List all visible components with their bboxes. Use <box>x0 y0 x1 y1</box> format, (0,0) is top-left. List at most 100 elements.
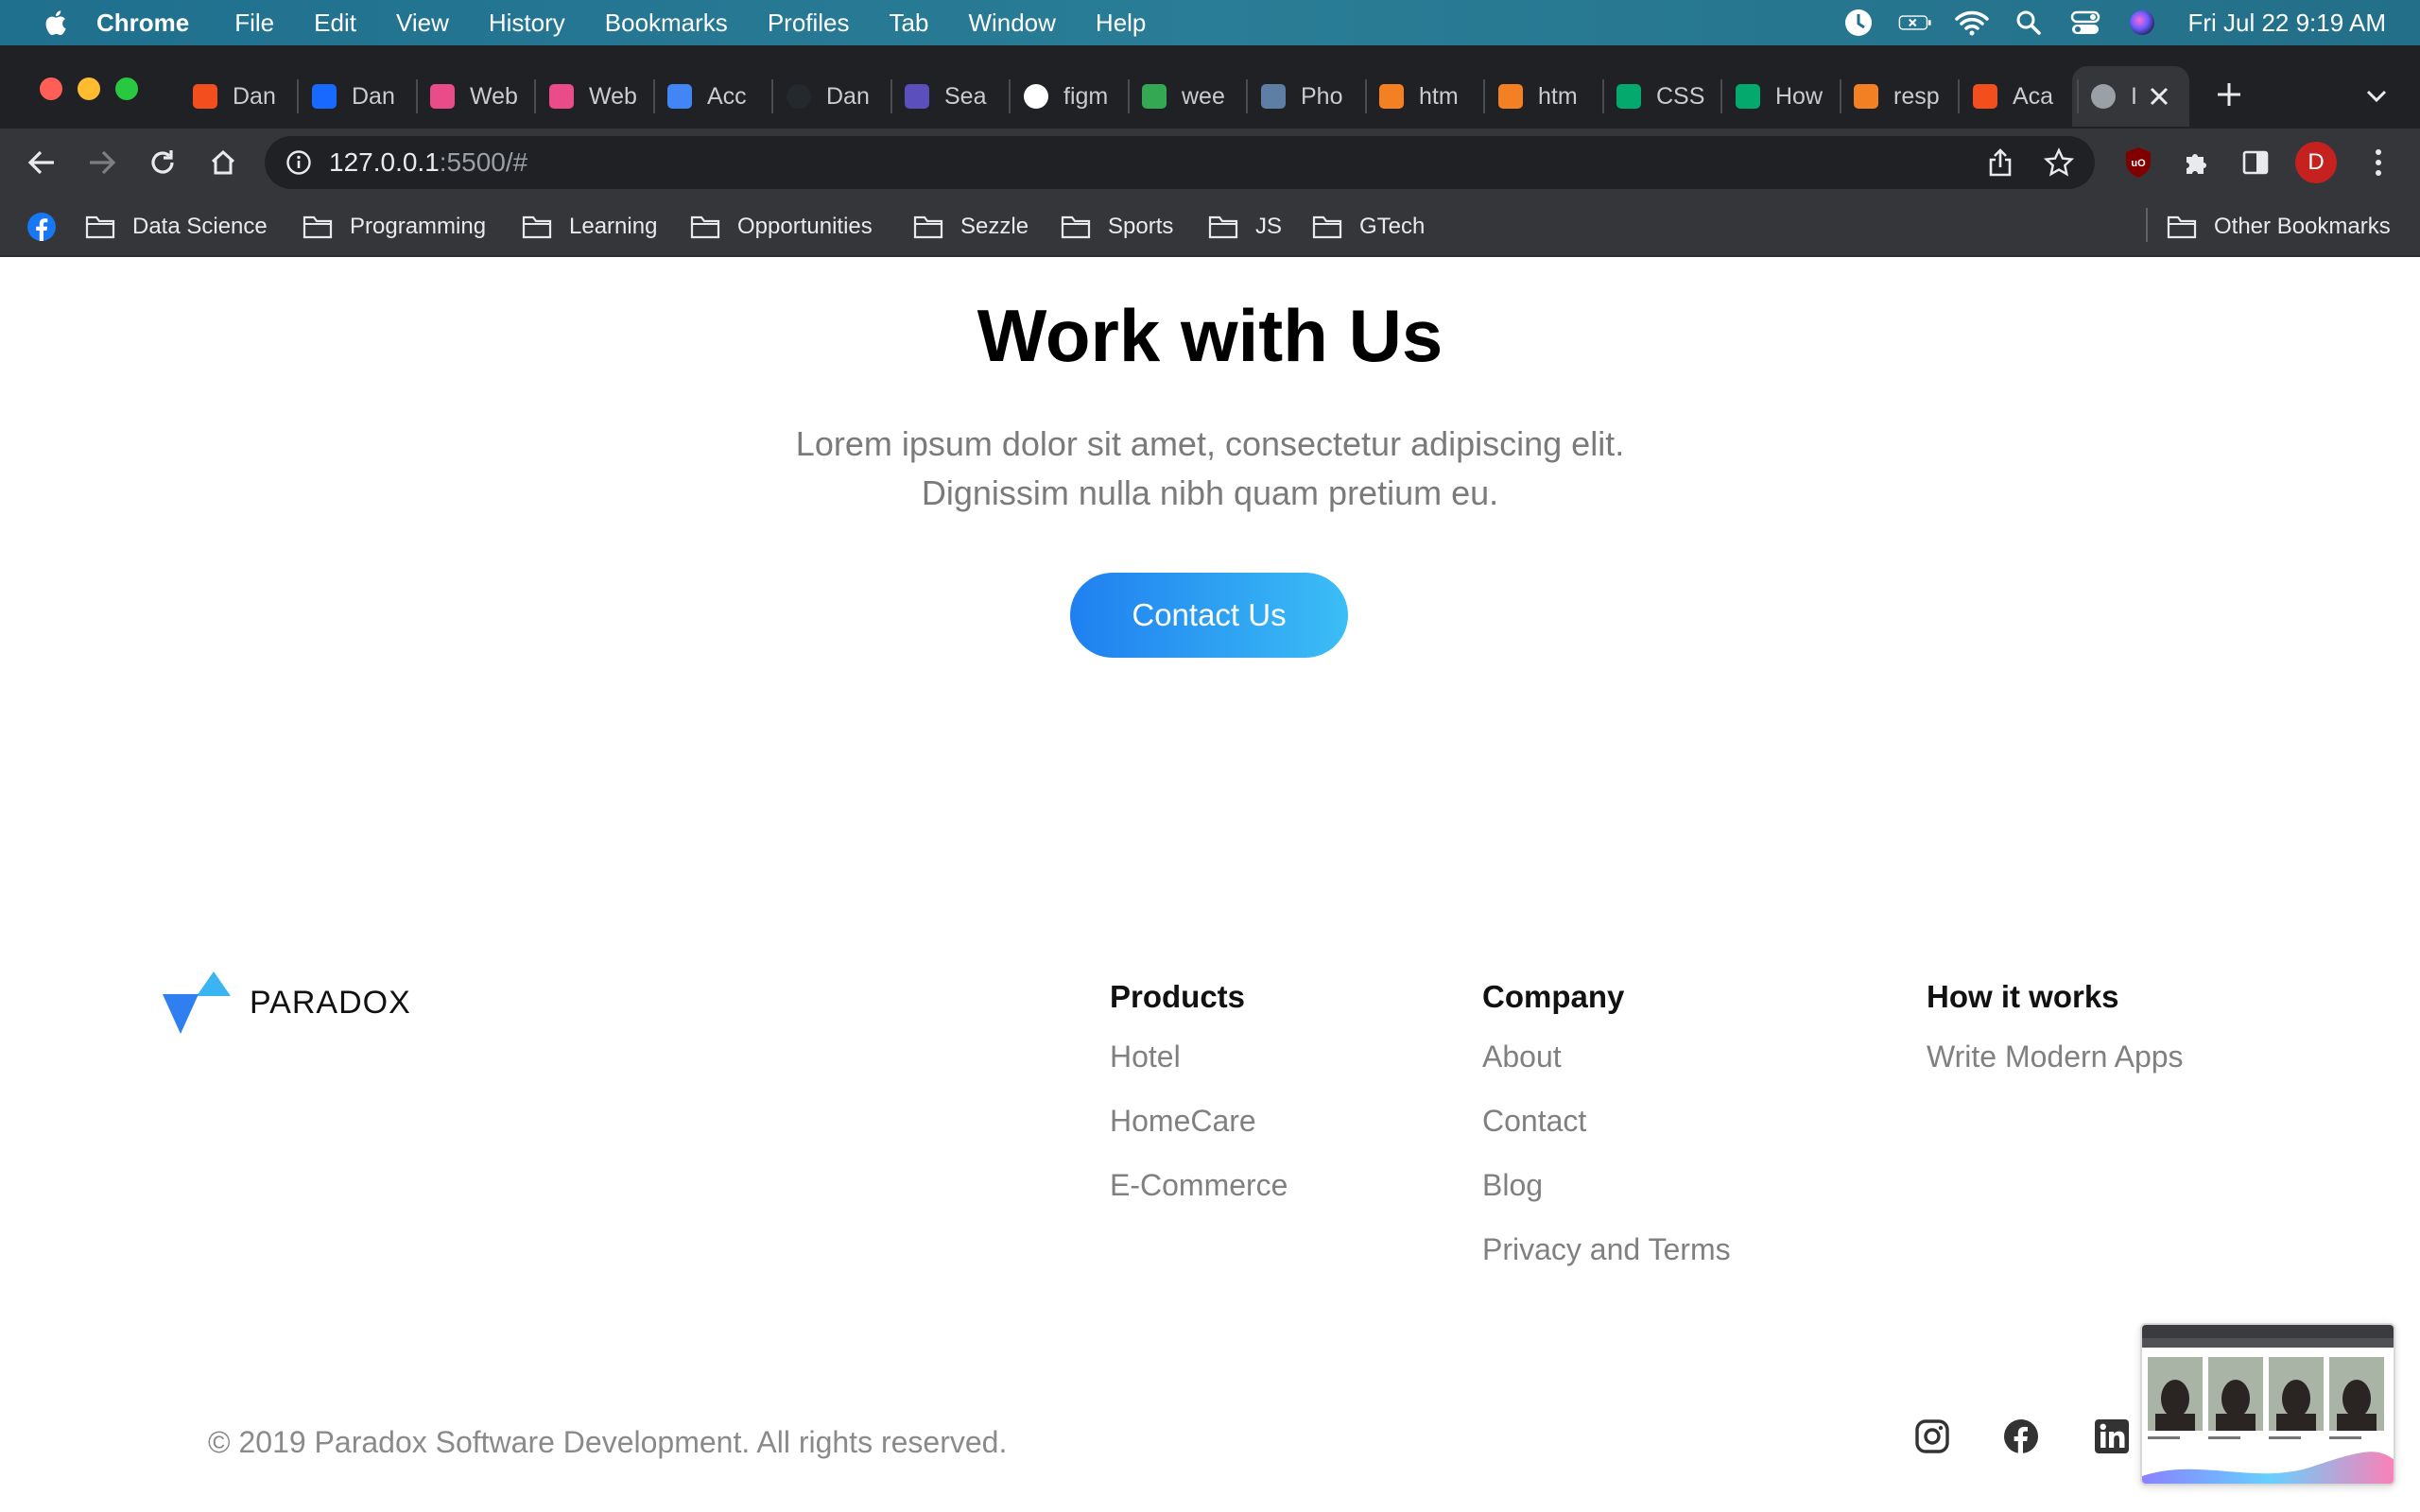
browser-tab[interactable]: Acc <box>667 74 762 119</box>
menu-tab[interactable]: Tab <box>890 9 929 38</box>
folder-icon <box>522 215 552 239</box>
site-info-icon[interactable] <box>284 147 314 178</box>
menu-profiles[interactable]: Profiles <box>768 9 850 38</box>
bookmark-folder[interactable]: Programming <box>302 208 486 246</box>
tab-separator <box>1009 79 1011 113</box>
close-icon <box>2150 87 2169 106</box>
bookmark-label: Programming <box>350 214 487 239</box>
home-icon <box>211 149 235 175</box>
menu-view[interactable]: View <box>396 9 449 38</box>
tab-title: Dan <box>233 82 276 110</box>
control-center-icon[interactable] <box>2068 8 2102 38</box>
repo-icon <box>1261 84 1286 109</box>
window-close-button[interactable] <box>40 77 62 100</box>
browser-tab[interactable]: wee <box>1142 74 1236 119</box>
menu-edit[interactable]: Edit <box>314 9 356 38</box>
bookmark-folder[interactable]: JS <box>1208 208 1282 246</box>
facebook-icon[interactable] <box>2002 1418 2040 1455</box>
bookmark-folder[interactable]: GTech <box>1312 208 1425 246</box>
tab-search-button[interactable] <box>2358 77 2395 115</box>
browser-tab[interactable]: Sea <box>905 74 999 119</box>
kebab-menu-icon <box>2376 149 2381 176</box>
profile-avatar[interactable]: D <box>2295 142 2337 183</box>
ublock-extension-button[interactable]: uO <box>2119 144 2157 181</box>
wifi-icon[interactable] <box>1955 8 1990 38</box>
side-panel-button[interactable] <box>2237 144 2274 181</box>
menu-window[interactable]: Window <box>968 9 1055 38</box>
back-button[interactable] <box>21 144 62 181</box>
browser-tab[interactable]: htm <box>1498 74 1593 119</box>
facebook-bookmark[interactable] <box>25 208 59 246</box>
browser-tab[interactable]: Dan <box>193 74 287 119</box>
bookmark-folder[interactable]: Opportunities <box>690 208 873 246</box>
window-minimize-button[interactable] <box>78 77 100 100</box>
browser-tab[interactable]: Dan <box>786 74 881 119</box>
browser-tab[interactable]: Web <box>430 74 525 119</box>
menu-help[interactable]: Help <box>1096 9 1146 38</box>
footer-link-about[interactable]: About <box>1482 1040 1562 1074</box>
tab-separator <box>1958 79 1960 113</box>
footer-link-contact[interactable]: Contact <box>1482 1104 1586 1139</box>
reload-button[interactable] <box>142 144 183 181</box>
battery-icon[interactable] <box>1898 8 1932 38</box>
clock-app-icon[interactable] <box>1841 8 1876 38</box>
tab-separator <box>2077 79 2079 113</box>
tab-separator <box>1365 79 1367 113</box>
share-button[interactable] <box>1983 146 2017 180</box>
footer-link-ecommerce[interactable]: E-Commerce <box>1110 1168 1288 1203</box>
footer-link-homecare[interactable]: HomeCare <box>1110 1104 1256 1139</box>
browser-tab[interactable]: htm <box>1379 74 1474 119</box>
bookmark-label: Sports <box>1108 214 1174 239</box>
contact-us-button[interactable]: Contact Us <box>1070 573 1348 658</box>
forward-button[interactable] <box>81 144 123 181</box>
new-tab-button[interactable] <box>2210 76 2248 113</box>
browser-tab[interactable]: CSS <box>1616 74 1711 119</box>
browser-tab[interactable]: Dan <box>312 74 406 119</box>
spotlight-search-icon[interactable] <box>2012 8 2046 38</box>
puzzle-icon <box>2187 154 2206 174</box>
address-url[interactable]: 127.0.0.1:5500/# <box>329 147 527 178</box>
screenshot-preview-thumbnail[interactable] <box>2140 1323 2395 1486</box>
bookmark-folder[interactable]: Data Science <box>85 208 268 246</box>
tab-separator <box>1483 79 1485 113</box>
close-tab-button[interactable] <box>2144 79 2174 113</box>
footer-link-privacy-terms[interactable]: Privacy and Terms <box>1482 1232 1731 1267</box>
instagram-icon[interactable] <box>1913 1418 1951 1455</box>
bookmark-folder[interactable]: Learning <box>522 208 657 246</box>
browser-tab[interactable]: I <box>2091 74 2148 119</box>
bookmark-label: GTech <box>1359 214 1426 239</box>
hero-subtitle: Lorem ipsum dolor sit amet, consectetur … <box>718 420 1702 518</box>
brand-name[interactable]: PARADOX <box>250 985 411 1022</box>
bookmark-star-button[interactable] <box>2042 146 2076 180</box>
browser-tab[interactable]: resp <box>1854 74 1948 119</box>
browser-tab[interactable]: Pho <box>1261 74 1356 119</box>
browser-tab[interactable]: Aca <box>1973 74 2067 119</box>
tab-separator <box>297 79 299 113</box>
menu-history[interactable]: History <box>489 9 565 38</box>
bookmark-label: Sezzle <box>960 214 1029 239</box>
browser-tab[interactable]: Web <box>549 74 644 119</box>
address-bar[interactable] <box>265 136 2095 189</box>
macos-menubar: Chrome File Edit View History Bookmarks … <box>0 0 2420 45</box>
linkedin-icon[interactable] <box>2093 1418 2131 1455</box>
siri-icon[interactable] <box>2125 8 2159 38</box>
home-button[interactable] <box>202 144 244 181</box>
paradox-logo-icon[interactable] <box>163 970 238 1040</box>
browser-tab[interactable]: figm <box>1024 74 1118 119</box>
menu-file[interactable]: File <box>234 9 274 38</box>
extensions-button[interactable] <box>2178 144 2216 181</box>
menubar-clock[interactable]: Fri Jul 22 9:19 AM <box>2187 9 2386 38</box>
window-zoom-button[interactable] <box>115 77 138 100</box>
footer-link-blog[interactable]: Blog <box>1482 1168 1543 1203</box>
menu-bookmarks[interactable]: Bookmarks <box>605 9 728 38</box>
footer-link-hotel[interactable]: Hotel <box>1110 1040 1181 1074</box>
other-bookmarks-folder[interactable]: Other Bookmarks <box>2167 208 2391 246</box>
browser-tab[interactable]: How <box>1736 74 1830 119</box>
chevron-down-icon <box>2366 90 2387 103</box>
bookmark-folder[interactable]: Sports <box>1061 208 1173 246</box>
bookmark-folder[interactable]: Sezzle <box>913 208 1028 246</box>
apple-icon[interactable] <box>42 9 68 37</box>
chrome-menu-button[interactable] <box>2360 144 2397 181</box>
menu-app-chrome[interactable]: Chrome <box>96 9 189 38</box>
footer-link-write-modern-apps[interactable]: Write Modern Apps <box>1927 1040 2184 1074</box>
